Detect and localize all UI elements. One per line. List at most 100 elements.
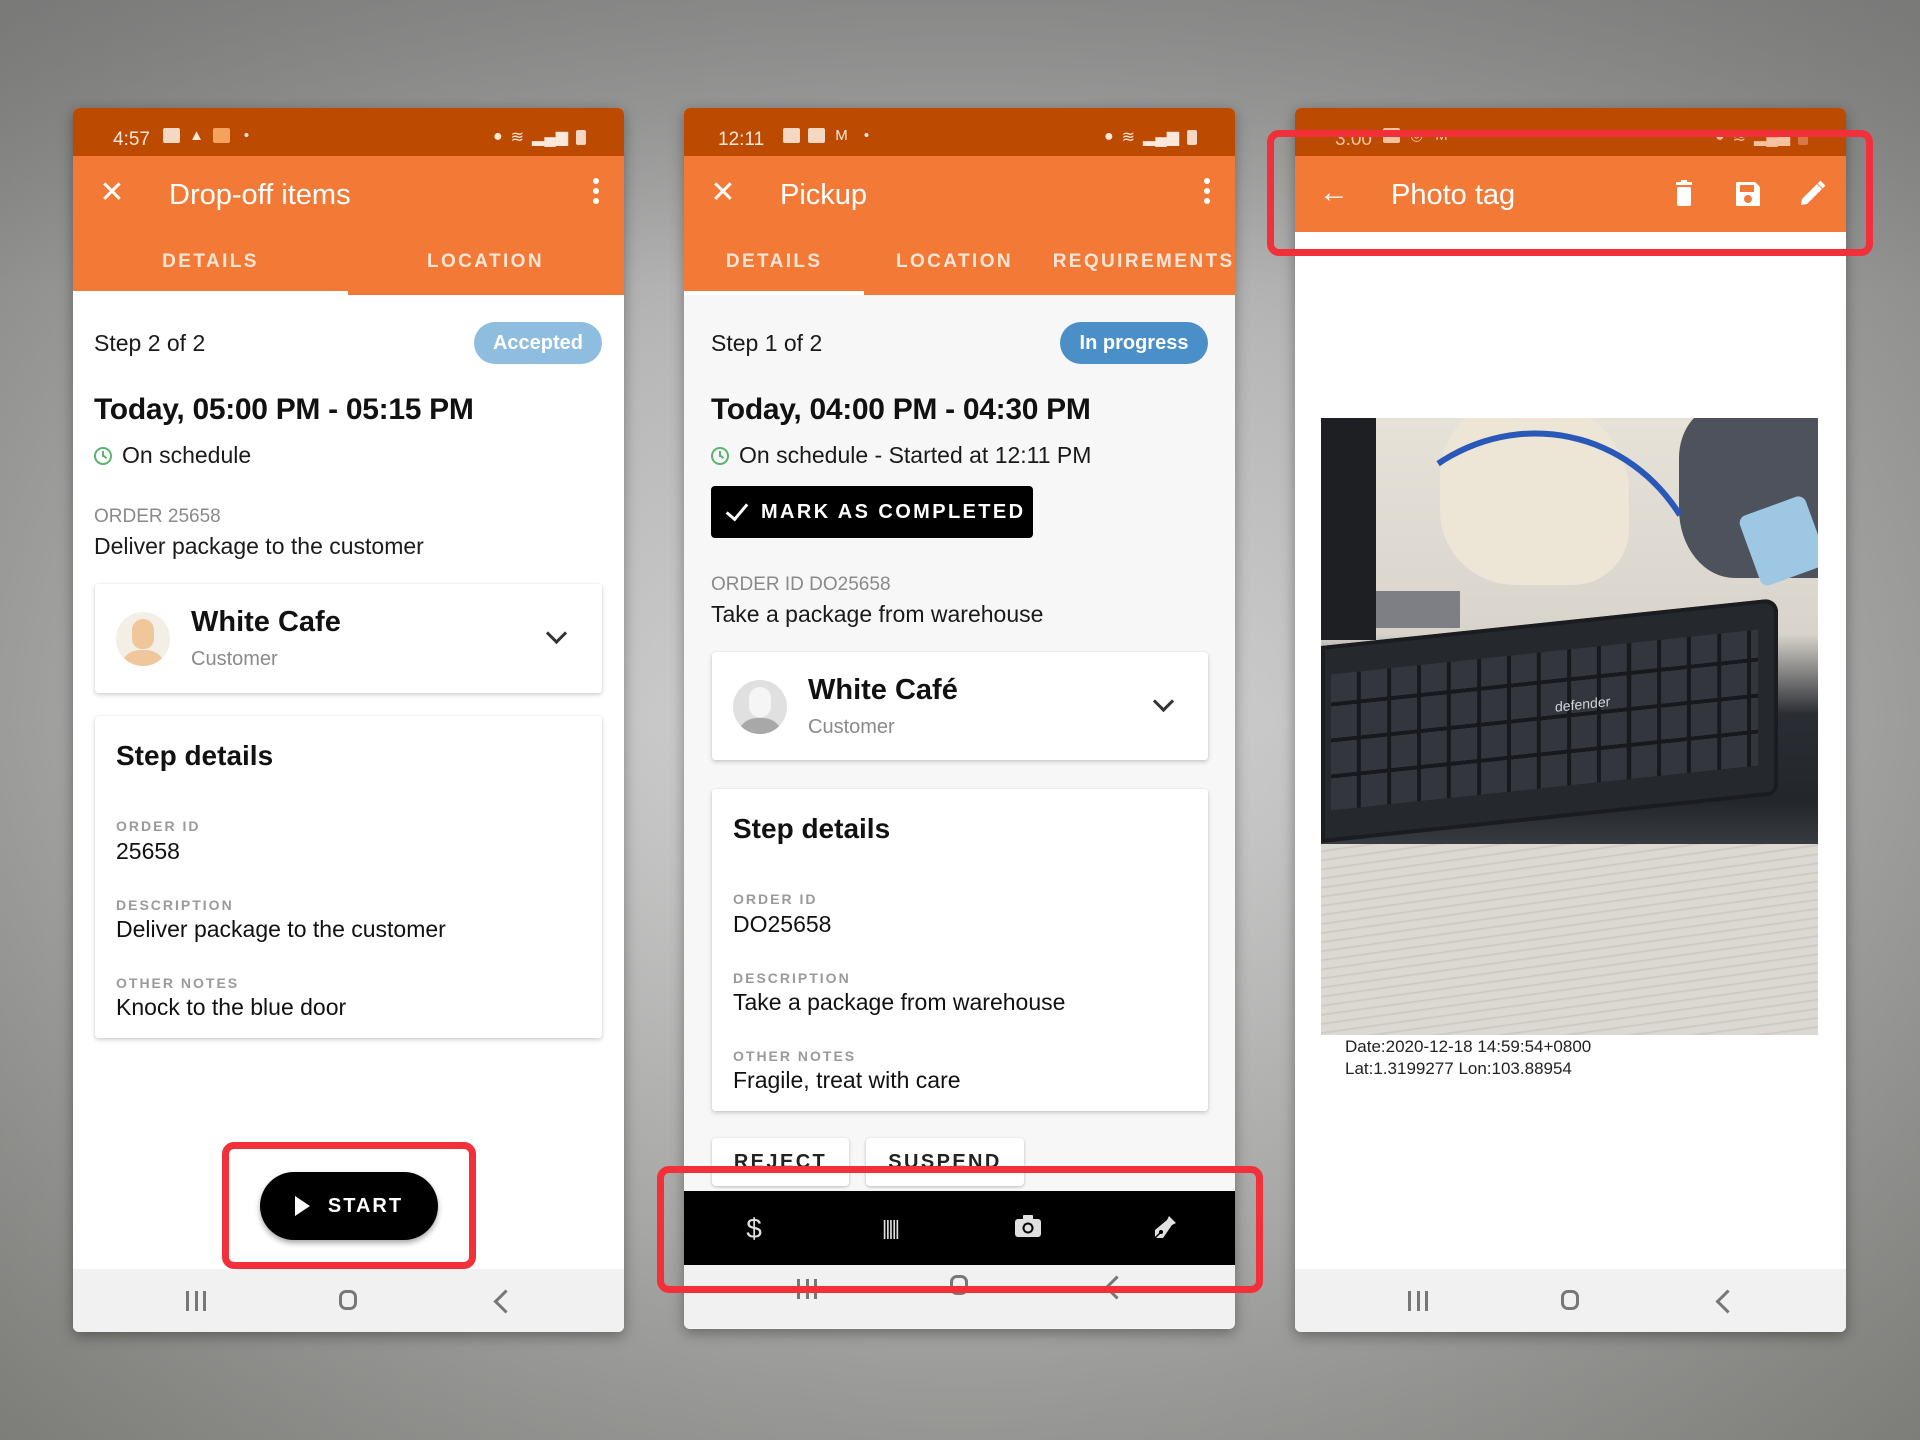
signal-icon: ▂▄▆ — [1143, 129, 1179, 146]
save-icon[interactable] — [1732, 178, 1764, 210]
reject-button[interactable]: REJECT — [712, 1138, 849, 1186]
status-bar: 4:57 ▲ • ● ≋ ▂▄▆ — [73, 108, 624, 156]
gmail-icon: M — [1435, 127, 1448, 144]
phone-screen-pickup: 12:11 M • ● ≋ ▂▄▆ ✕ Pickup DETAILS LOCAT… — [684, 108, 1235, 1329]
image-icon — [1383, 128, 1400, 143]
app-icon — [213, 128, 230, 143]
recent-apps-icon[interactable] — [797, 1279, 817, 1299]
photo-caption: Date:2020-12-18 14:59:54+0800 Lat:1.3199… — [1345, 1036, 1591, 1080]
photo-coordinates: Lat:1.3199277 Lon:103.88954 — [1345, 1059, 1572, 1078]
time-window: Today, 05:00 PM - 05:15 PM — [94, 393, 474, 426]
signal-icon: ▂▄▆ — [532, 129, 568, 146]
field-value: Deliver package to the customer — [116, 916, 446, 942]
chevron-down-icon[interactable] — [1152, 690, 1175, 713]
camera-icon[interactable] — [1012, 1213, 1044, 1245]
start-button[interactable]: START — [260, 1172, 438, 1240]
back-icon[interactable] — [1104, 1275, 1129, 1300]
wifi-icon: ≋ — [1121, 129, 1136, 146]
page-title: Pickup — [780, 179, 868, 211]
page-title: Drop-off items — [169, 179, 351, 211]
dot-icon: • — [243, 127, 250, 144]
status-bar: 12:11 M • ● ≋ ▂▄▆ — [684, 108, 1235, 156]
order-description: Deliver package to the customer — [94, 533, 424, 559]
app-bar: ✕ Drop-off items — [73, 156, 624, 232]
home-icon[interactable] — [339, 1290, 357, 1310]
tab-location[interactable]: LOCATION — [348, 232, 623, 295]
avatar-icon — [116, 612, 170, 666]
tagged-photo: defender — [1321, 418, 1818, 1035]
suspend-button[interactable]: SUSPEND — [866, 1138, 1024, 1186]
dollar-icon[interactable]: $ — [738, 1213, 770, 1245]
start-label: START — [327, 1194, 404, 1217]
close-icon[interactable]: ✕ — [708, 176, 738, 210]
step-details-card: Step details ORDER ID DO25658 DESCRIPTIO… — [712, 789, 1208, 1111]
tab-location[interactable]: LOCATION — [864, 232, 1044, 295]
schedule-text: On schedule - Started at 12:11 PM — [739, 442, 1092, 468]
tab-bar: DETAILS LOCATION — [73, 232, 624, 295]
wifi-icon: ≋ — [1732, 129, 1747, 146]
field-label: DESCRIPTION — [733, 970, 851, 986]
recent-apps-icon[interactable] — [186, 1291, 206, 1311]
customer-name: White Cafe — [191, 606, 341, 638]
field-value: DO25658 — [733, 911, 832, 937]
field-value: Take a package from warehouse — [733, 989, 1066, 1015]
edit-icon[interactable] — [1796, 178, 1828, 210]
status-time: 4:57 — [113, 129, 150, 150]
field-label: OTHER NOTES — [733, 1048, 857, 1064]
warning-icon: ▲ — [189, 127, 204, 144]
home-icon[interactable] — [950, 1275, 968, 1295]
system-nav-bar — [73, 1269, 624, 1332]
back-arrow-icon[interactable]: ← — [1319, 176, 1349, 210]
delete-icon[interactable] — [1668, 178, 1700, 210]
check-icon — [725, 497, 749, 521]
action-toolbar: $ ||||| — [684, 1191, 1235, 1265]
system-nav-bar — [684, 1265, 1235, 1328]
mark-completed-label: MARK AS COMPLETED — [761, 500, 1026, 523]
more-vert-icon[interactable] — [592, 178, 600, 208]
step-label: Step 2 of 2 — [94, 330, 206, 356]
phone-screen-photo-tag: 3:00 ◎ M • ● ≋ ▂▄▆ ← Photo tag defender … — [1295, 108, 1846, 1332]
signal-icon: ▂▄▆ — [1754, 129, 1790, 146]
field-label: ORDER ID — [116, 818, 201, 834]
time-window: Today, 04:00 PM - 04:30 PM — [711, 393, 1091, 426]
home-icon[interactable] — [1561, 1290, 1579, 1310]
field-value: Fragile, treat with care — [733, 1067, 961, 1093]
dot-icon: • — [863, 127, 870, 144]
dot-icon: • — [1463, 127, 1470, 144]
customer-name: White Café — [808, 674, 958, 706]
customer-role: Customer — [191, 648, 278, 670]
tab-details[interactable]: DETAILS — [684, 232, 865, 295]
tab-requirements[interactable]: REQUIREMENTS — [1045, 232, 1235, 295]
schedule-status: On schedule - Started at 12:11 PM — [711, 442, 1091, 469]
close-icon[interactable]: ✕ — [97, 176, 127, 210]
status-badge: Accepted — [474, 322, 602, 364]
mark-as-completed-button[interactable]: MARK AS COMPLETED — [711, 486, 1033, 538]
wifi-icon: ≋ — [510, 129, 525, 146]
tab-details[interactable]: DETAILS — [73, 232, 348, 295]
app-icon — [808, 128, 825, 143]
customer-role: Customer — [808, 716, 895, 738]
tab-bar: DETAILS LOCATION REQUIREMENTS — [684, 232, 1235, 295]
chevron-down-icon[interactable] — [545, 622, 568, 645]
battery-icon — [1798, 129, 1808, 145]
more-vert-icon[interactable] — [1203, 178, 1211, 208]
field-label: OTHER NOTES — [116, 975, 240, 991]
location-icon: ● — [492, 128, 503, 145]
battery-icon — [576, 129, 586, 145]
field-label: ORDER ID — [733, 891, 818, 907]
field-label: DESCRIPTION — [116, 897, 234, 913]
back-icon[interactable] — [493, 1289, 518, 1314]
clock-icon — [711, 446, 729, 465]
order-description: Take a package from warehouse — [711, 601, 1044, 627]
customer-card[interactable]: White Cafe Customer — [95, 584, 602, 693]
page-title: Photo tag — [1391, 179, 1516, 211]
signature-pen-icon[interactable] — [1149, 1213, 1181, 1245]
customer-card[interactable]: White Café Customer — [712, 652, 1208, 760]
order-number: ORDER 25658 — [94, 506, 221, 527]
back-icon[interactable] — [1715, 1289, 1740, 1314]
recent-apps-icon[interactable] — [1408, 1291, 1428, 1311]
step-details-title: Step details — [733, 813, 891, 844]
field-value: Knock to the blue door — [116, 994, 347, 1020]
status-time: 3:00 — [1335, 129, 1372, 150]
barcode-icon[interactable]: ||||| — [874, 1213, 906, 1245]
